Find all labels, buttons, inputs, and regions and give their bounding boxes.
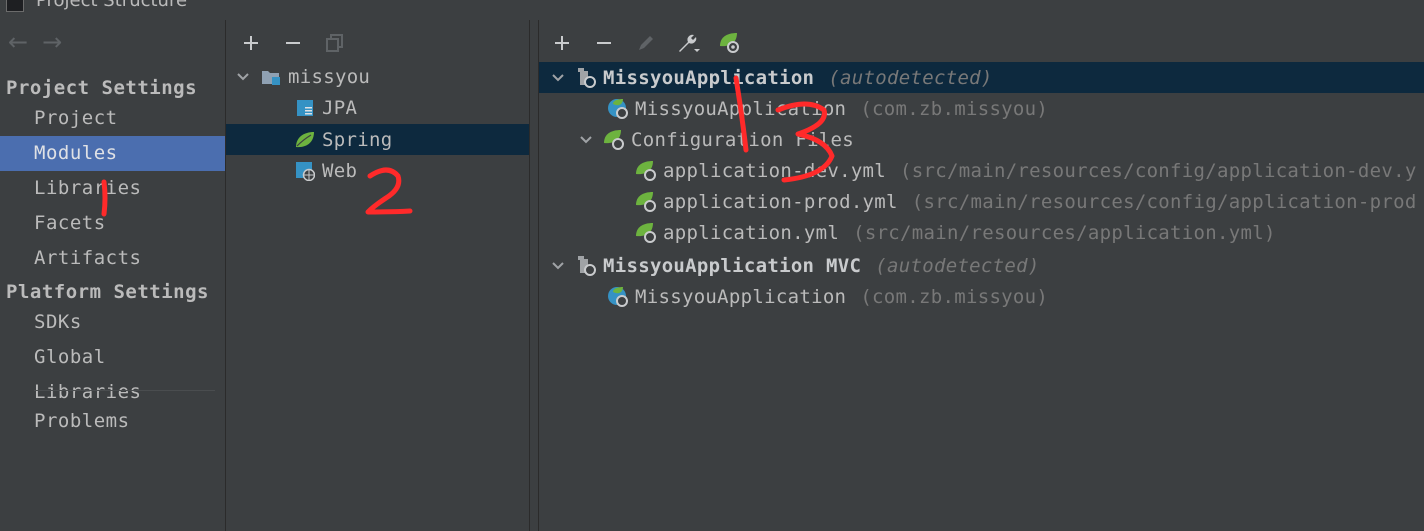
autodetected-label: (autodetected) bbox=[828, 66, 993, 89]
add-button[interactable] bbox=[230, 30, 272, 56]
chevron-down-icon[interactable] bbox=[234, 68, 252, 86]
project-settings-header: Project Settings bbox=[6, 77, 198, 99]
spring-boot-app-icon bbox=[607, 98, 629, 120]
app-class-row[interactable]: MissyouApplication (com.zb.missyou) bbox=[539, 281, 1424, 312]
sidebar-item-problems[interactable]: Problems bbox=[0, 404, 225, 439]
spring-yaml-icon bbox=[635, 222, 657, 244]
sidebar-divider bbox=[34, 390, 215, 391]
settings-dropdown-button[interactable] bbox=[667, 30, 709, 56]
spring-context-icon bbox=[575, 255, 597, 277]
forward-arrow-icon[interactable]: → bbox=[42, 30, 62, 56]
settings-sidebar: ← → Project Settings Project Modules Lib… bbox=[0, 20, 226, 531]
app-icon bbox=[6, 0, 24, 12]
app-package: (com.zb.missyou) bbox=[860, 97, 1049, 120]
facet-jpa[interactable]: JPA bbox=[226, 92, 529, 123]
config-file-name: application-dev.yml bbox=[663, 159, 887, 182]
autodetected-label: (autodetected) bbox=[875, 254, 1040, 277]
modules-toolbar bbox=[230, 30, 356, 56]
minus-icon bbox=[597, 42, 611, 44]
spring-facet-pane: MissyouApplication (autodetected) Missyo… bbox=[538, 20, 1424, 531]
facet-spring[interactable]: Spring bbox=[226, 124, 529, 155]
context-node-2[interactable]: MissyouApplication MVC (autodetected) bbox=[539, 250, 1424, 281]
facet-label: Spring bbox=[322, 128, 393, 151]
remove-button[interactable] bbox=[272, 30, 314, 56]
config-file-path: (src/main/resources/config/application-d… bbox=[900, 159, 1417, 182]
add-context-button[interactable] bbox=[541, 30, 583, 56]
facet-label: JPA bbox=[322, 96, 358, 119]
facet-web[interactable]: Web bbox=[226, 155, 529, 186]
sidebar-item-facets[interactable]: Facets bbox=[0, 206, 225, 241]
title-bar: Project Structure bbox=[0, 0, 1424, 14]
plus-icon bbox=[244, 36, 258, 50]
module-name: missyou bbox=[288, 65, 371, 88]
sidebar-item-modules[interactable]: Modules bbox=[0, 136, 225, 171]
platform-settings-header: Platform Settings bbox=[6, 281, 209, 303]
spring-boot-app-icon bbox=[607, 286, 629, 308]
config-file-name: application.yml bbox=[663, 221, 840, 244]
config-file-name: application-prod.yml bbox=[663, 190, 898, 213]
config-files-group[interactable]: Configuration Files bbox=[539, 124, 1424, 155]
pencil-icon bbox=[639, 36, 653, 50]
copy-button[interactable] bbox=[314, 30, 356, 56]
sidebar-item-project[interactable]: Project bbox=[0, 101, 225, 136]
spring-yaml-icon bbox=[635, 160, 657, 182]
app-class-row[interactable]: MissyouApplication (com.zb.missyou) bbox=[539, 93, 1424, 124]
copy-icon bbox=[326, 34, 343, 52]
remove-context-button[interactable] bbox=[583, 30, 625, 56]
minus-icon bbox=[286, 42, 300, 44]
context-node-1[interactable]: MissyouApplication (autodetected) bbox=[539, 62, 1424, 93]
config-file-path: (src/main/resources/config/application-p… bbox=[911, 190, 1417, 213]
sidebar-item-global-libraries[interactable]: Global Libraries bbox=[0, 340, 225, 403]
context-name: MissyouApplication bbox=[603, 66, 815, 89]
edit-button[interactable] bbox=[625, 30, 667, 56]
chevron-down-icon[interactable] bbox=[549, 69, 567, 87]
app-class-name: MissyouApplication bbox=[635, 97, 847, 120]
config-file-row[interactable]: application-dev.yml (src/main/resources/… bbox=[539, 155, 1424, 186]
spring-yaml-icon bbox=[635, 191, 657, 213]
spring-gear-icon bbox=[720, 33, 739, 53]
app-package: (com.zb.missyou) bbox=[860, 285, 1049, 308]
sidebar-item-sdks[interactable]: SDKs bbox=[0, 305, 225, 340]
chevron-down-icon[interactable] bbox=[549, 257, 567, 275]
module-folder-icon bbox=[260, 66, 282, 88]
chevron-down-icon[interactable] bbox=[577, 131, 595, 149]
facet-label: Web bbox=[322, 159, 358, 182]
wrench-icon bbox=[679, 34, 700, 52]
jpa-icon bbox=[294, 97, 316, 119]
modules-pane: missyou JPA Spring Web bbox=[226, 20, 530, 531]
config-group-label: Configuration Files bbox=[631, 128, 855, 151]
config-file-row[interactable]: application.yml (src/main/resources/appl… bbox=[539, 217, 1424, 248]
window-title: Project Structure bbox=[36, 0, 188, 11]
module-node[interactable]: missyou bbox=[226, 61, 529, 92]
back-arrow-icon[interactable]: ← bbox=[8, 30, 28, 56]
config-file-path: (src/main/resources/application.yml) bbox=[853, 221, 1276, 244]
navigation-arrows: ← → bbox=[8, 30, 62, 56]
sidebar-item-artifacts[interactable]: Artifacts bbox=[0, 241, 225, 276]
context-name: MissyouApplication MVC bbox=[603, 254, 862, 277]
spring-config-icon bbox=[603, 129, 625, 151]
app-class-name: MissyouApplication bbox=[635, 285, 847, 308]
spring-toolbar bbox=[541, 30, 751, 56]
spring-context-icon bbox=[575, 67, 597, 89]
sidebar-item-libraries[interactable]: Libraries bbox=[0, 171, 225, 206]
spring-leaf-icon bbox=[294, 129, 316, 151]
spring-context-button[interactable] bbox=[709, 30, 751, 56]
plus-icon bbox=[555, 36, 569, 50]
config-file-row[interactable]: application-prod.yml (src/main/resources… bbox=[539, 186, 1424, 217]
web-icon bbox=[294, 160, 316, 182]
